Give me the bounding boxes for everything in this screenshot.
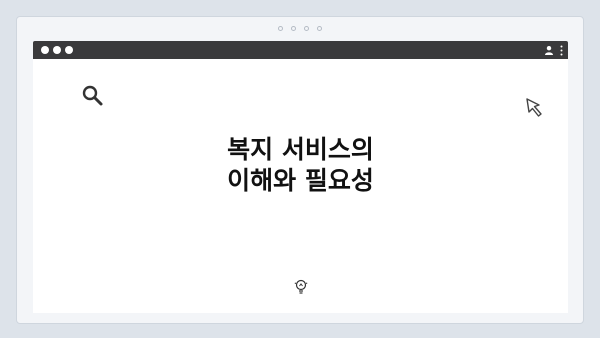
- browser-title-bar: [33, 41, 568, 59]
- window-maximize-dot[interactable]: [65, 46, 73, 54]
- title-line-2: 이해와 필요성: [227, 166, 374, 195]
- title-line-1: 복지 서비스의: [227, 135, 374, 164]
- kebab-menu-icon[interactable]: [560, 45, 563, 56]
- window-close-dot[interactable]: [41, 46, 49, 54]
- window-minimize-dot[interactable]: [53, 46, 61, 54]
- page-indicator-dots: [17, 26, 583, 31]
- search-icon: [82, 85, 103, 106]
- window-controls: [41, 46, 73, 54]
- lightbulb-icon: [294, 279, 308, 294]
- page-dot: [278, 26, 283, 31]
- page-dot: [317, 26, 322, 31]
- page-title: 복지 서비스의 이해와 필요성: [33, 134, 568, 196]
- slide-content: 복지 서비스의 이해와 필요성: [33, 59, 568, 313]
- page-dot: [304, 26, 309, 31]
- user-icon[interactable]: [544, 45, 554, 55]
- cursor-icon: [526, 98, 542, 117]
- page-dot: [291, 26, 296, 31]
